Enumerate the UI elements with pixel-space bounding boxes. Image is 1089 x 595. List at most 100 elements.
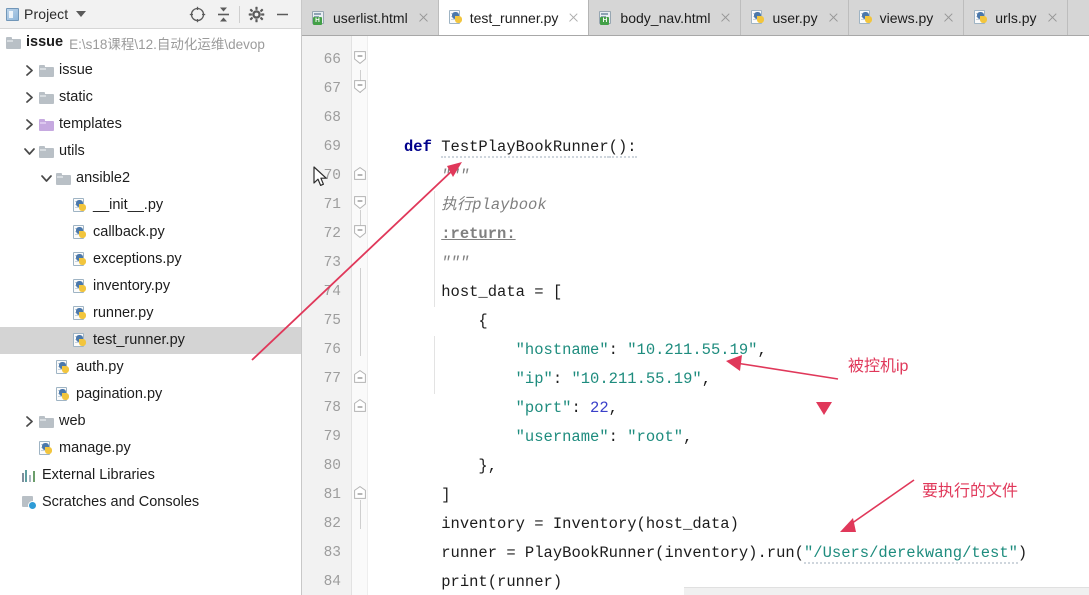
chevron-down-icon[interactable] — [21, 147, 37, 156]
tree-item-auth-py[interactable]: auth.py — [0, 354, 301, 381]
tree-item-scratches-and-consoles[interactable]: Scratches and Consoles — [0, 489, 301, 516]
editor-tab-label: userlist.html — [333, 9, 408, 26]
fold-marker[interactable] — [354, 485, 366, 499]
close-icon[interactable] — [1046, 11, 1059, 24]
code-fold-column[interactable] — [352, 36, 368, 595]
tree-item-label: exceptions.py — [93, 251, 182, 268]
tree-item-exceptions-py[interactable]: exceptions.py — [0, 246, 301, 273]
collapse-all-icon[interactable] — [210, 2, 236, 26]
line-number[interactable]: 78 — [302, 394, 351, 423]
token-runner-suffix: ) — [1017, 544, 1028, 562]
close-icon[interactable] — [567, 11, 580, 24]
line-number[interactable]: 77 — [302, 365, 351, 394]
line-number[interactable]: 67 — [302, 75, 351, 104]
python-file-icon — [71, 279, 89, 294]
chevron-right-icon[interactable] — [21, 92, 37, 103]
chevron-down-icon[interactable] — [76, 11, 87, 17]
html-file-icon: H — [312, 10, 327, 25]
python-file-icon — [751, 10, 766, 25]
editor-tab-userlist-html[interactable]: Huserlist.html — [302, 0, 439, 35]
editor-tab-label: user.py — [772, 9, 818, 26]
pycharm-window: Project issue E:\s18课程\12.自动化运维\devop is… — [0, 0, 1089, 595]
tree-item-manage-py[interactable]: manage.py — [0, 435, 301, 462]
locate-crosshair-icon[interactable] — [184, 2, 210, 26]
horizontal-scrollbar[interactable] — [684, 587, 1089, 595]
close-icon[interactable] — [719, 11, 732, 24]
python-file-icon — [37, 441, 55, 456]
fold-marker[interactable] — [354, 398, 366, 412]
gear-icon[interactable] — [243, 2, 269, 26]
close-icon[interactable] — [827, 11, 840, 24]
tree-item-inventory-py[interactable]: inventory.py — [0, 273, 301, 300]
editor-tab-views-py[interactable]: views.py — [848, 0, 965, 35]
fold-marker[interactable] — [354, 166, 366, 180]
line-number[interactable]: 84 — [302, 568, 351, 595]
token-value-port: 22 — [590, 399, 609, 417]
chevron-down-icon[interactable] — [38, 174, 54, 183]
chevron-right-icon[interactable] — [21, 416, 37, 427]
project-panel: Project issue E:\s18课程\12.自动化运维\devop is… — [0, 0, 302, 595]
line-number[interactable]: 79 — [302, 423, 351, 452]
line-number[interactable]: 68 — [302, 104, 351, 133]
line-number-gutter[interactable]: 66 67 68 69 70 71 72 73 74 75 76 77 78 79 80 81 82 83 84 — [302, 36, 352, 595]
line-number[interactable]: 69 — [302, 133, 351, 162]
fold-marker[interactable] — [354, 196, 366, 210]
token-docstring-close: """ — [441, 254, 470, 272]
python-file-icon — [858, 10, 874, 25]
tree-item-label: auth.py — [76, 359, 124, 376]
editor-tab-urls-py[interactable]: urls.py — [964, 0, 1068, 35]
editor-body: 66 67 68 69 70 71 72 73 74 75 76 77 78 79 80 81 82 83 84 — [302, 36, 1089, 595]
code-line: runner = PlayBookRunner(inventory).run("… — [368, 539, 1089, 568]
tree-item-callback-py[interactable]: callback.py — [0, 219, 301, 246]
editor-tab-user-py[interactable]: user.py — [741, 0, 849, 35]
tree-root-row[interactable]: issue E:\s18课程\12.自动化运维\devop — [0, 29, 301, 56]
line-number[interactable]: 66 — [302, 46, 351, 75]
tree-item-external-libraries[interactable]: External Libraries — [0, 462, 301, 489]
line-number[interactable]: 82 — [302, 510, 351, 539]
fold-marker[interactable] — [354, 80, 366, 94]
tree-item-test-runner-py[interactable]: test_runner.py — [0, 327, 301, 354]
fold-marker[interactable] — [354, 225, 366, 239]
chevron-right-icon[interactable] — [21, 119, 37, 130]
line-number[interactable]: 71 — [302, 191, 351, 220]
python-file-icon — [54, 387, 72, 402]
close-icon[interactable] — [942, 11, 955, 24]
project-dropdown[interactable]: Project — [6, 6, 87, 22]
line-number[interactable]: 73 — [302, 249, 351, 278]
line-number[interactable]: 72 — [302, 220, 351, 249]
line-number[interactable]: 83 — [302, 539, 351, 568]
line-number[interactable]: 74 — [302, 278, 351, 307]
tree-item-templates[interactable]: templates — [0, 111, 301, 138]
tree-item--init-py[interactable]: __init__.py — [0, 192, 301, 219]
tree-item-label: pagination.py — [76, 386, 163, 403]
folder-icon — [37, 118, 55, 131]
tree-item-ansible2[interactable]: ansible2 — [0, 165, 301, 192]
line-number[interactable]: 80 — [302, 452, 351, 481]
tree-item-pagination-py[interactable]: pagination.py — [0, 381, 301, 408]
folder-icon — [37, 64, 55, 77]
python-file-icon — [71, 225, 89, 240]
tree-item-runner-py[interactable]: runner.py — [0, 300, 301, 327]
tree-item-label: issue — [59, 62, 93, 79]
chevron-right-icon[interactable] — [21, 65, 37, 76]
editor-tab-test-runner-py[interactable]: test_runner.py — [438, 0, 590, 35]
fold-marker[interactable] — [354, 51, 366, 65]
minimize-icon[interactable] — [269, 2, 295, 26]
mouse-cursor — [313, 166, 327, 186]
tree-item-utils[interactable]: utils — [0, 138, 301, 165]
close-icon[interactable] — [417, 11, 430, 24]
tree-item-web[interactable]: web — [0, 408, 301, 435]
line-number[interactable]: 81 — [302, 481, 351, 510]
annotation-ip-label: 被控机ip — [848, 358, 909, 375]
line-number[interactable]: 75 — [302, 307, 351, 336]
fold-marker[interactable] — [354, 369, 366, 383]
code-content[interactable]: def TestPlayBookRunner(): """ 执行playbook… — [368, 36, 1089, 595]
tree-item-label: callback.py — [93, 224, 165, 241]
line-number[interactable]: 76 — [302, 336, 351, 365]
token-bracket-close: ] — [441, 486, 451, 504]
tree-item-static[interactable]: static — [0, 84, 301, 111]
editor-tab-body-nav-html[interactable]: Hbody_nav.html — [589, 0, 742, 35]
token-runner-path: "/Users/derekwang/test" — [803, 544, 1018, 564]
tree-item-issue[interactable]: issue — [0, 57, 301, 84]
tree-root-label: issue — [26, 34, 64, 51]
